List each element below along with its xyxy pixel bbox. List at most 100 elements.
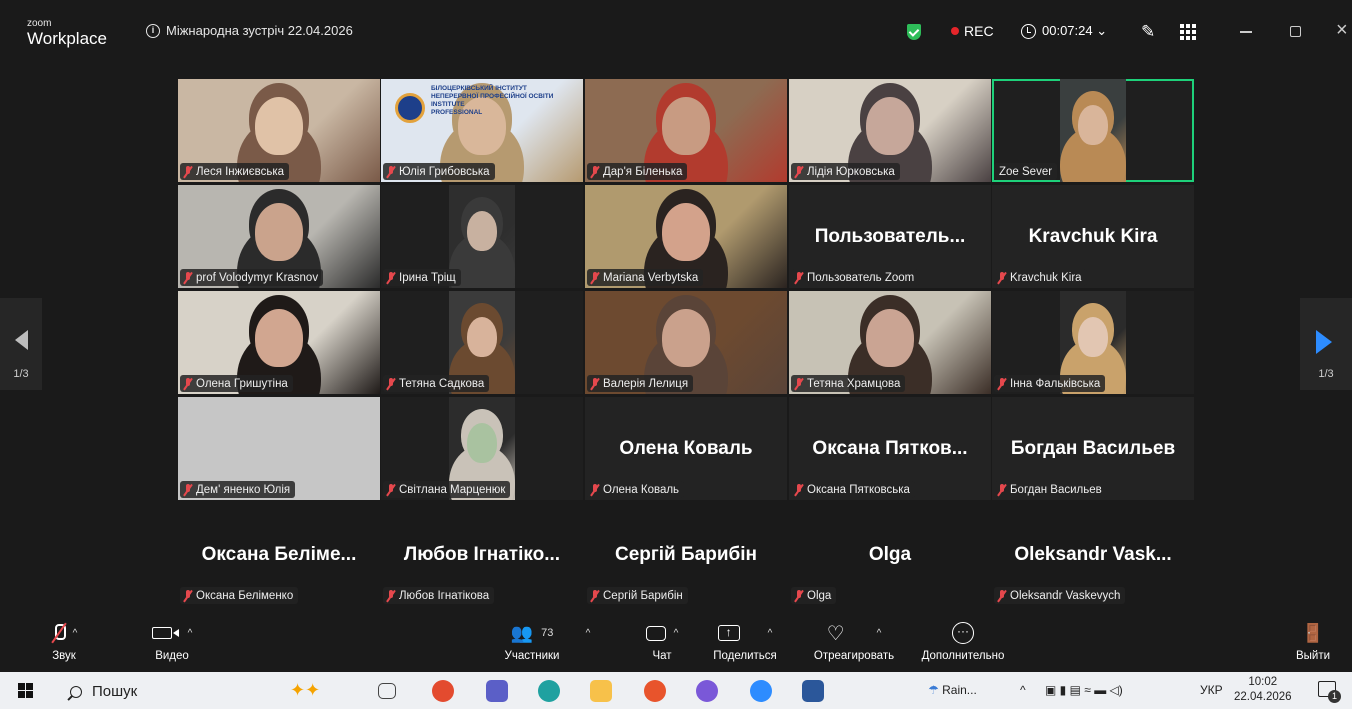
chat-button[interactable]: ^ Чат (632, 618, 692, 672)
video-label: Видео (155, 650, 189, 662)
participant-tile[interactable]: Olga Olga (789, 503, 991, 606)
participant-tile[interactable]: Оксана Беліме... Оксана Беліменко (178, 503, 380, 606)
participant-tile[interactable]: Валерія Лелиця (585, 291, 787, 394)
participant-tile[interactable]: Любов Ігнатіко... Любов Ігнатікова (381, 503, 583, 606)
participant-tile[interactable]: Zoe Sever (992, 79, 1194, 182)
participant-tile[interactable]: Oleksandr Vask... Oleksandr Vaskevych (992, 503, 1194, 606)
meeting-timer[interactable]: 00:07:24 ⌄ (1021, 23, 1107, 39)
participant-tile[interactable]: Дем' яненко Юлія (178, 397, 380, 500)
participant-tile[interactable]: Оксана Пятков... Оксана Пятковська (789, 397, 991, 500)
language-indicator[interactable]: УКР (1200, 683, 1223, 697)
mic-muted-icon (997, 589, 1007, 602)
participant-face (662, 97, 710, 155)
maximize-icon[interactable] (1290, 26, 1301, 37)
participant-tile[interactable]: Світлана Марценюк (381, 397, 583, 500)
participant-tile[interactable]: Kravchuk Kira Kravchuk Kira (992, 185, 1194, 288)
taskbar-search[interactable]: Пошук (70, 683, 137, 700)
participant-face (662, 309, 710, 367)
meeting-title: Міжнародна зустріч 22.04.2026 (166, 23, 353, 38)
participant-face (866, 309, 914, 367)
weather-widget[interactable]: ☂ Rain... (928, 683, 977, 697)
audio-button[interactable]: ^ Звук (36, 618, 92, 672)
windows-start-icon[interactable] (18, 683, 33, 698)
info-icon: i (146, 23, 160, 38)
participant-tile[interactable]: БІЛОЦЕРКІВСЬКИЙ ІНСТИТУТ НЕПЕРЕРВНОЇ ПРОФ… (381, 79, 583, 182)
participant-name-tag: Леся Інжиєвська (180, 163, 290, 180)
participant-name: Olga (807, 589, 832, 602)
mic-muted-icon (386, 165, 396, 178)
participant-tile[interactable]: Інна Фальківська (992, 291, 1194, 394)
next-page-button[interactable]: 1/3 (1300, 298, 1352, 390)
participants-button[interactable]: 👥 73 Участники (496, 618, 568, 672)
participant-tile[interactable]: Лідія Юрковська (789, 79, 991, 182)
chat-options-caret[interactable]: ^ (674, 628, 679, 639)
teams-icon[interactable] (486, 680, 508, 702)
edge-icon[interactable] (538, 680, 560, 702)
participant-display-name: Пользователь... (814, 226, 966, 247)
participant-tile[interactable]: Богдан Васильев Богдан Васильев (992, 397, 1194, 500)
task-view-icon[interactable] (378, 683, 396, 699)
zoom-logo: zoom Workplace (27, 18, 107, 48)
participants-options-caret[interactable]: ^ (576, 618, 600, 672)
participant-tile[interactable]: Тетяна Храмцова (789, 291, 991, 394)
file-explorer-icon[interactable] (590, 680, 612, 702)
word-icon[interactable] (802, 680, 824, 702)
encryption-shield-icon[interactable] (907, 24, 921, 40)
participant-tile[interactable]: Ірина Тріщ (381, 185, 583, 288)
zoom-taskbar-icon[interactable] (750, 680, 772, 702)
participant-tile[interactable]: Сергій Барибін Сергій Барибін (585, 503, 787, 606)
banner-line: PROFESSIONAL (431, 109, 483, 116)
previous-page-button[interactable]: 1/3 (0, 298, 42, 390)
copilot-sparkle-icon[interactable]: ✦✦ (290, 680, 320, 701)
share-options-caret[interactable]: ^ (768, 628, 773, 639)
participant-name-tag: Олена Гришутіна (180, 375, 293, 392)
audio-options-caret[interactable]: ^ (73, 628, 78, 639)
clock-date: 22.04.2026 (1234, 691, 1292, 703)
recording-indicator[interactable]: REC (951, 23, 994, 39)
mic-muted-icon (794, 589, 804, 602)
chrome-icon[interactable] (432, 680, 454, 702)
participant-tile[interactable]: Леся Інжиєвська (178, 79, 380, 182)
participant-tile[interactable]: Пользователь... Пользователь Zoom (789, 185, 991, 288)
video-options-caret[interactable]: ^ (188, 628, 193, 639)
react-options-caret[interactable]: ^ (877, 628, 882, 639)
participant-tile[interactable]: prof Volodymyr Krasnov (178, 185, 380, 288)
tray-icons[interactable]: ▣ ▮ ▤ ≈ ▬ ◁) (1045, 683, 1123, 697)
mic-muted-icon (386, 271, 396, 284)
annotate-pen-icon[interactable]: ✎ (1141, 22, 1155, 42)
share-button[interactable]: ↑ ^ Поделиться (706, 618, 784, 672)
mic-muted-icon (183, 165, 193, 178)
exit-door-icon: 🚪 (1301, 622, 1325, 643)
minimize-icon[interactable] (1240, 31, 1252, 33)
viber-icon[interactable] (696, 680, 718, 702)
participant-display-name: Оксана Беліме... (201, 544, 357, 565)
video-button[interactable]: ^ Видео (140, 618, 204, 672)
participant-tile[interactable]: Олена Гришутіна (178, 291, 380, 394)
participant-tile[interactable]: Дар'я Біленька (585, 79, 787, 182)
more-button[interactable]: ··· Дополнительно (914, 618, 1012, 672)
participant-display-name: Olga (868, 544, 912, 565)
participant-tile[interactable]: Mariana Verbytska (585, 185, 787, 288)
more-label: Дополнительно (921, 650, 1005, 662)
chrome-profile-icon[interactable] (644, 680, 666, 702)
title-bar: zoom Workplace i Міжнародна зустріч 22.0… (8, 10, 1352, 54)
logo-text-top: zoom (27, 18, 52, 29)
mic-muted-icon (590, 483, 600, 496)
leave-button[interactable]: 🚪 Выйти (1288, 618, 1338, 672)
close-icon[interactable]: × (1336, 20, 1348, 40)
mic-muted-icon (386, 589, 396, 602)
participant-name: Тетяна Храмцова (807, 377, 901, 390)
taskbar-clock[interactable]: 10:02 22.04.2026 (1234, 675, 1292, 705)
participant-name: Сергій Барибін (603, 589, 683, 602)
participant-tile[interactable]: Тетяна Садкова (381, 291, 583, 394)
apps-grid-icon[interactable] (1180, 24, 1196, 40)
camera-off-icon (151, 627, 179, 639)
participant-tile[interactable]: Олена Коваль Олена Коваль (585, 397, 787, 500)
tray-overflow-icon[interactable]: ^ (1020, 683, 1026, 697)
participant-name-tag: Валерія Лелиця (587, 375, 694, 392)
react-button[interactable]: ♡ ^ Отреагировать (806, 618, 902, 672)
participant-name-tag: Інна Фальківська (994, 375, 1106, 392)
meeting-info-button[interactable]: i Міжнародна зустріч 22.04.2026 (146, 23, 353, 38)
page-indicator-left: 1/3 (13, 368, 29, 380)
participant-name: Zoe Sever (999, 165, 1053, 178)
